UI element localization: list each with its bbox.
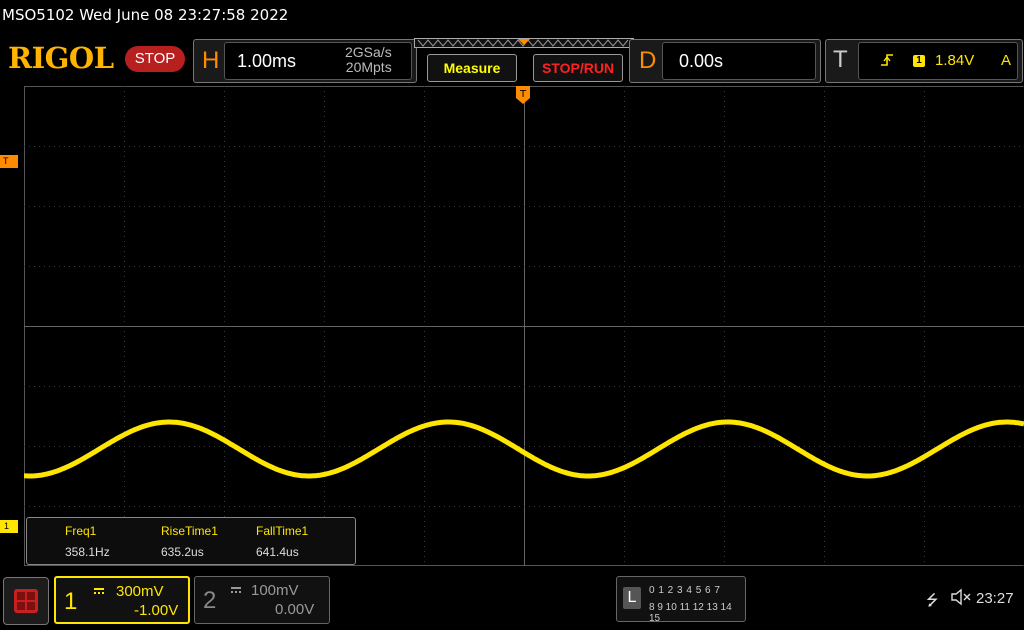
measurement-value: 635.2us [161,545,204,559]
stop-run-button[interactable]: STOP/RUN [533,54,623,82]
channel-1-scale: 300mV [116,583,164,600]
ch1-offset-marker[interactable]: 1 [0,520,18,533]
dc-coupling-icon [231,587,241,593]
rigol-logo: RIGOL [8,41,114,75]
horizontal-settings[interactable]: 1.00ms 2GSa/s 20Mpts [224,42,412,80]
graticule [24,86,1024,566]
delay-value: 0.00s [679,51,724,71]
trigger-position-marker[interactable]: T [515,86,531,112]
menu-grid-icon [14,589,38,613]
rising-edge-icon [881,54,893,66]
trigger-source-badge: 1 [913,55,925,67]
acquisition-info: 2GSa/s 20Mpts [345,45,392,75]
logic-analyzer-panel[interactable]: L 0 1 2 3 4 5 6 7 8 9 10 11 12 13 14 15 [616,576,746,624]
trigger-mode: A [1001,52,1012,69]
memory-position-strip [414,38,634,48]
measurement-value: 641.4us [256,545,299,559]
timebase-value: 1.00ms [237,51,297,71]
measurement-label: Freq1 [65,524,97,538]
measure-button[interactable]: Measure [427,54,517,82]
trigger-panel[interactable]: T 1 1.84V A [825,39,1023,83]
delay-settings[interactable]: 0.00s [662,42,816,80]
channel-2-panel[interactable]: 2 100mV 0.00V [194,576,330,624]
trigger-settings[interactable]: 1 1.84V A [858,42,1018,80]
measurement-label: RiseTime1 [161,524,218,538]
channel-1-offset: -1.00V [134,602,179,619]
memory-depth: 20Mpts [345,59,392,75]
main-menu-button[interactable] [3,577,49,625]
channel-1-number: 1 [64,588,78,615]
delay-panel[interactable]: D 0.00s [629,39,821,83]
channel-2-offset: 0.00V [275,601,315,618]
sample-rate: 2GSa/s [345,44,392,60]
measurement-label: FallTime1 [256,524,309,538]
measurement-panel[interactable]: Freq1 358.1Hz RiseTime1 635.2us FallTime… [26,517,356,565]
device-title: MSO5102 Wed June 08 23:27:58 2022 [2,6,289,24]
channel-2-scale: 100mV [251,582,299,599]
digital-channels-high: 8 9 10 11 12 13 14 15 [649,602,732,624]
speaker-muted-icon[interactable] [950,588,972,606]
digital-channels-low: 0 1 2 3 4 5 6 7 [649,585,721,596]
channel-1-panel[interactable]: 1 300mV -1.00V [54,576,190,624]
channel-2-number: 2 [203,587,217,614]
horizontal-panel[interactable]: H 1.00ms 2GSa/s 20Mpts [193,39,417,83]
trigger-position-label: T [519,89,527,100]
delay-label: D [639,47,657,74]
trigger-label: T [833,46,848,73]
dc-coupling-icon [94,588,104,594]
waveform-display[interactable] [24,86,1024,566]
horizontal-label: H [202,47,220,74]
run-state-badge[interactable]: STOP [125,46,185,72]
logic-analyzer-label: L [623,587,641,609]
system-clock: 23:27 [976,590,1014,607]
measurement-value: 358.1Hz [65,545,110,559]
trigger-level: 1.84V [935,52,975,69]
trigger-level-marker[interactable]: T [0,155,18,168]
usb-icon: ⭍ [926,592,939,609]
